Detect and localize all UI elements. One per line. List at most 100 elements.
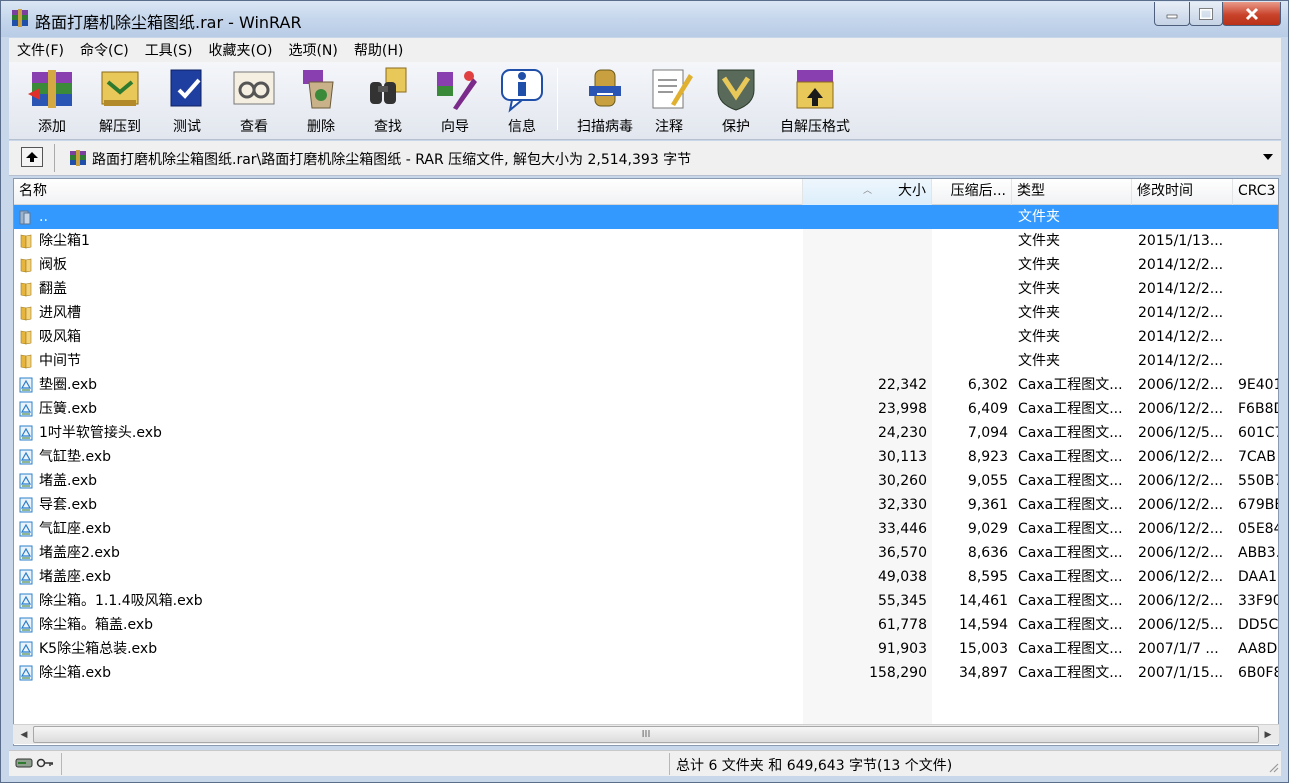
file-crc: 679BE [1238,497,1279,513]
file-crc: AA8D [1238,641,1278,657]
status-text: 总计 6 文件夹 和 649,643 字节(13 个文件) [676,758,953,774]
file-crc [1238,301,1278,325]
caxa-file-icon [19,641,33,657]
menu-help[interactable]: 帮助(H) [346,40,411,60]
file-size [803,325,927,349]
file-row[interactable]: 堵盖座.exb 49,038 8,595 Caxa工程图文... 2006/12/2..… [14,565,1278,589]
file-name: 阀板 [39,257,67,273]
file-row[interactable]: 导套.exb 32,330 9,361 Caxa工程图文... 2006/12/2...… [14,493,1279,517]
file-row[interactable]: K5除尘箱总装.exb 91,903 15,003 Caxa工程图文... 2007/1… [14,637,1278,661]
file-modified-time: 2014/12/2... [1138,305,1224,321]
test-button[interactable]: 测试 [154,64,220,136]
file-row[interactable]: 除尘箱。箱盖.exb 61,778 14,594 Caxa工程图文... 2006/12… [14,613,1279,637]
extract-to-button[interactable]: 解压到 [87,64,153,136]
folder-icon [20,330,32,345]
file-type: 文件夹 [1018,281,1060,297]
file-row[interactable]: 压簧.exb 23,998 6,409 Caxa工程图文... 2006/12/2...… [14,397,1278,421]
file-crc [1238,349,1278,373]
add-button[interactable]: 添加 [19,64,85,136]
drive-icon[interactable] [15,757,33,769]
folder-row[interactable]: 除尘箱1 文件夹 2015/1/13... [14,229,1278,253]
file-row[interactable]: 1吋半软管接头.exb 24,230 7,094 Caxa工程图文... 2006/12… [14,421,1278,445]
file-crc: DD5C [1238,617,1279,633]
horizontal-scrollbar[interactable]: ◀ III ▶ [13,724,1279,744]
folder-row[interactable]: 翻盖 文件夹 2014/12/2... [14,277,1278,301]
column-packed[interactable]: 压缩后... [932,179,1012,205]
file-row[interactable]: 堵盖.exb 30,260 9,055 Caxa工程图文... 2006/12/2...… [14,469,1278,493]
menu-options[interactable]: 选项(N) [280,40,345,60]
minimize-button[interactable] [1154,2,1190,26]
protect-icon [717,69,755,111]
scroll-right-icon[interactable]: ▶ [1259,725,1277,745]
view-button[interactable]: 查看 [221,64,287,136]
file-packed-size [932,301,1008,325]
protect-label: 保护 [722,119,750,135]
folder-row[interactable]: 阀板 文件夹 2014/12/2... [14,253,1278,277]
caxa-file-icon [19,449,33,465]
file-type: Caxa工程图文... [1018,641,1123,657]
file-crc: 9E401 [1238,377,1279,393]
wizard-button[interactable]: 向导 [422,64,488,136]
file-row[interactable]: 气缸垫.exb 30,113 8,923 Caxa工程图文... 2006/12/2..… [14,445,1278,469]
menu-tools[interactable]: 工具(S) [137,40,201,60]
column-type[interactable]: 类型 [1012,179,1132,205]
file-name: 堵盖座2.exb [39,545,120,561]
find-button[interactable]: 查找 [355,64,421,136]
file-packed-size [932,229,1008,253]
key-icon[interactable] [36,757,54,769]
info-button[interactable]: 信息 [489,64,555,136]
file-row[interactable]: 垫圈.exb 22,342 6,302 Caxa工程图文... 2006/12/2...… [14,373,1279,397]
address-path[interactable]: 路面打磨机除尘箱图纸.rar\路面打磨机除尘箱图纸 - RAR 压缩文件, 解包… [92,149,691,169]
file-size: 22,342 [878,377,927,393]
file-type: Caxa工程图文... [1018,569,1123,585]
file-row[interactable]: 堵盖座2.exb 36,570 8,636 Caxa工程图文... 2006/12/2.… [14,541,1279,565]
column-crc[interactable]: CRC3 [1233,179,1278,205]
file-list[interactable]: 名称 ︿ 大小 压缩后... 类型 修改时间 CRC3 .. 文件夹 除尘箱1 文件夹… [13,178,1279,746]
parent-folder-row[interactable]: .. 文件夹 [14,205,1278,229]
file-crc: 7CAB [1238,449,1276,465]
folder-row[interactable]: 吸风箱 文件夹 2014/12/2... [14,325,1278,349]
menu-command[interactable]: 命令(C) [72,40,137,60]
caxa-file-icon [19,377,33,393]
maximize-button[interactable] [1189,2,1223,26]
comment-button[interactable]: 注释 [636,64,702,136]
delete-button[interactable]: 删除 [288,64,354,136]
file-row[interactable]: 除尘箱.exb 158,290 34,897 Caxa工程图文... 2007/1/15… [14,661,1278,685]
status-divider [669,753,670,775]
file-size [803,205,927,229]
resize-grip-icon[interactable] [1267,761,1279,773]
file-name: 中间节 [39,353,81,369]
folder-row[interactable]: 进风槽 文件夹 2014/12/2... [14,301,1278,325]
file-row[interactable]: 气缸座.exb 33,446 9,029 Caxa工程图文... 2006/12/2..… [14,517,1278,541]
file-row[interactable]: 除尘箱。1.1.4吸风箱.exb 55,345 14,461 Caxa工程图文... 2… [14,589,1278,613]
menu-favorites[interactable]: 收藏夹(O) [201,40,281,60]
file-type: Caxa工程图文... [1018,665,1123,681]
menu-file[interactable]: 文件(F) [9,40,72,60]
file-type: Caxa工程图文... [1018,521,1123,537]
scroll-left-icon[interactable]: ◀ [15,725,33,745]
protect-button[interactable]: 保护 [703,64,769,136]
file-type: 文件夹 [1018,353,1060,369]
column-size[interactable]: ︿ 大小 [803,179,932,205]
file-crc: ABB3. [1238,545,1279,561]
virus-scan-button[interactable]: 扫描病毒 [567,64,643,136]
file-modified-time: 2006/12/2... [1138,377,1224,393]
folder-icon [20,354,32,369]
add-archive-icon [28,70,72,108]
view-icon [233,71,275,105]
close-button[interactable] [1222,2,1281,26]
file-crc [1238,253,1278,277]
column-name[interactable]: 名称 [14,179,803,205]
file-modified-time: 2014/12/2... [1138,281,1224,297]
file-packed-size: 8,923 [967,449,1008,465]
wizard-icon [437,71,477,110]
test-label: 测试 [173,119,201,135]
up-folder-button[interactable] [21,147,43,167]
scroll-thumb[interactable]: III [33,726,1259,743]
folder-row[interactable]: 中间节 文件夹 2014/12/2... [14,349,1278,373]
address-dropdown-icon[interactable] [1263,154,1273,160]
column-mtime[interactable]: 修改时间 [1132,179,1233,205]
file-packed-size: 6,302 [967,377,1008,393]
file-type: Caxa工程图文... [1018,425,1123,441]
sfx-button[interactable]: 自解压格式 [775,64,855,136]
